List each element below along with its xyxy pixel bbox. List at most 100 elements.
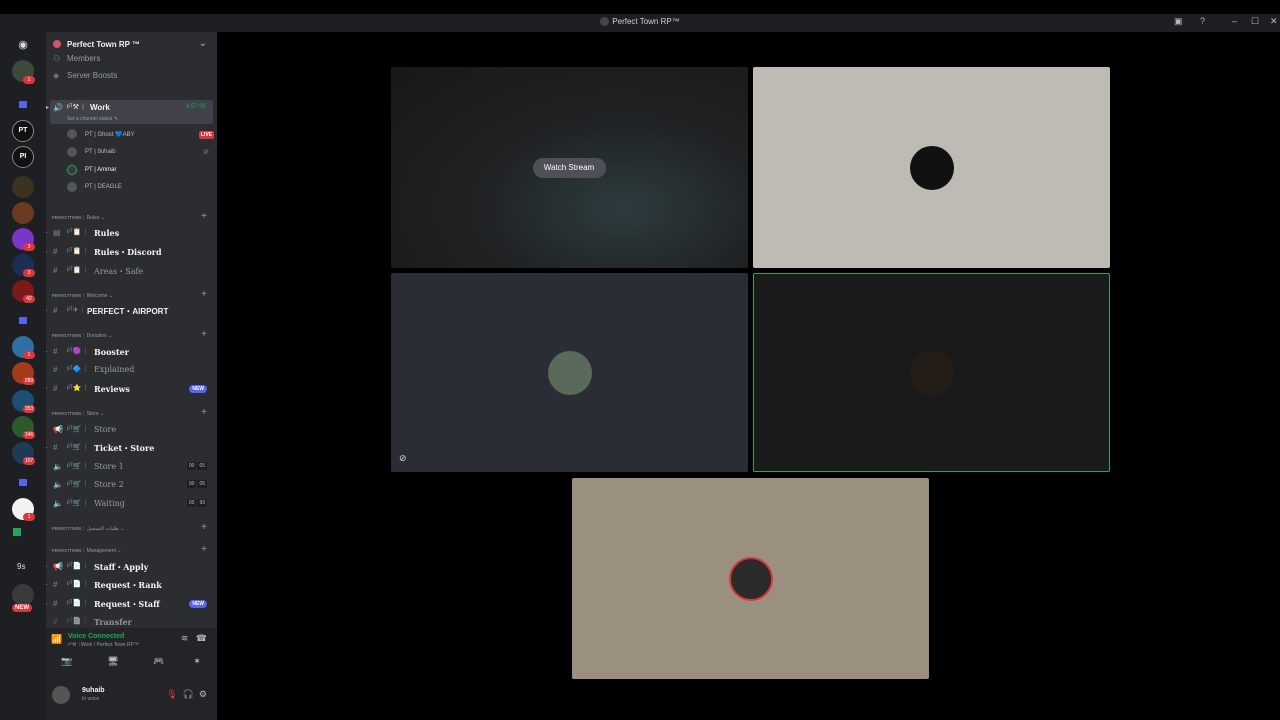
expand-arrow-icon: ▸: [46, 307, 47, 314]
channel-store-2[interactable]: 🔈 ᵖᵀ🛒 ᛁ Store 2 00 05: [46, 477, 217, 493]
user-name[interactable]: 9uhaib: [82, 687, 105, 694]
add-channel-icon[interactable]: +: [201, 407, 207, 418]
category-label: ᴘᴇʀꜰᴇᴄᴛᴛᴏᴡɴ ᛁ طلبات التسجيل ⌄: [52, 526, 125, 532]
minimize-button[interactable]: –: [1232, 16, 1237, 26]
add-channel-icon[interactable]: +: [201, 211, 207, 222]
server-pi[interactable]: PI: [12, 146, 34, 168]
channel-transfer[interactable]: # ᵖᵀ📄 ᛁ Transfer: [46, 614, 217, 627]
folder-icon[interactable]: [19, 101, 27, 108]
channel-emoji: ᵖᵀ⚒ ᛁ: [67, 104, 86, 111]
voice-user[interactable]: PT | Ghost 💙ABY LIVE: [67, 127, 217, 143]
add-channel-icon[interactable]: +: [201, 544, 207, 555]
category-store[interactable]: ᴘᴇʀꜰᴇᴄᴛᴛᴏᴡɴ ᛁ Store ⌄ +: [46, 406, 217, 422]
server-badge: 1: [23, 351, 35, 359]
discord-home-icon[interactable]: ◉: [14, 38, 32, 52]
channel-label: Rules・Discord: [94, 247, 162, 257]
chevron-down-icon[interactable]: ⌄: [199, 38, 207, 49]
channel-label: Transfer: [94, 617, 132, 627]
channel-server-boosts[interactable]: ◈ Server Boosts: [46, 68, 217, 84]
channel-waiting[interactable]: 🔈 ᵖᵀ🛒 ᛁ Waiting 00 99: [46, 496, 217, 512]
user-tile[interactable]: [753, 67, 1110, 268]
speaker-icon: 🔈: [53, 499, 63, 508]
category-welcome[interactable]: ᴘᴇʀꜰᴇᴄᴛᴛᴏᴡɴ ᛁ Welcome ⌄ +: [46, 288, 217, 304]
channel-emoji: ᵖᵀ🔷 ᛁ: [67, 366, 88, 373]
watch-stream-button[interactable]: Watch Stream: [532, 157, 606, 178]
channel-booster[interactable]: ▸ # ᵖᵀ🟣 ᛁ Booster: [46, 344, 217, 360]
channel-label: Request・Staff: [94, 599, 160, 609]
camera-button[interactable]: 📷: [48, 656, 86, 670]
channel-ticket-store[interactable]: ▸ # ᵖᵀ🛒 ᛁ Ticket・Store: [46, 440, 217, 456]
voice-user[interactable]: PT | DEAGLE: [67, 180, 217, 196]
add-channel-icon[interactable]: +: [201, 329, 207, 340]
voice-user[interactable]: PT | Ammar: [67, 163, 217, 179]
channel-emoji: ᵖᵀ🛒 ᛁ: [67, 500, 88, 507]
hash-icon: #: [53, 443, 58, 452]
channel-store-1[interactable]: 🔈 ᵖᵀ🛒 ᛁ Store 1 00 05: [46, 459, 217, 475]
add-channel-icon[interactable]: +: [201, 289, 207, 300]
voice-user[interactable]: PT | 9uhaib ⊘: [67, 145, 217, 161]
channel-request-staff[interactable]: ▸ # ᵖᵀ📄 ᛁ Request・Staff NEW: [46, 596, 217, 612]
soundboard-button[interactable]: ✶: [178, 656, 216, 670]
avatar[interactable]: [52, 686, 70, 704]
channel-work[interactable]: ▸ 🔊 ᵖᵀ⚒ ᛁ Work 4:57:05 Set a channel sta…: [46, 100, 213, 124]
server-icon[interactable]: [12, 176, 34, 198]
channel-emoji: ᵖᵀ📋 ᛁ: [67, 267, 88, 274]
server-9s[interactable]: 9s: [17, 562, 25, 571]
close-button[interactable]: ✕: [1270, 16, 1278, 27]
channel-explained[interactable]: # ᵖᵀ🔷 ᛁ Explained: [46, 362, 217, 378]
user-tile[interactable]: [572, 478, 929, 679]
channel-members[interactable]: ⚇ Members: [46, 54, 217, 64]
server-badge: 289: [23, 377, 35, 385]
voice-user-name: PT | Ammar: [85, 167, 117, 173]
voice-channel-path[interactable]: ᵖᵀ⚒ ᛁWork / Perfect Town RP™: [68, 642, 139, 648]
avatar: [67, 129, 77, 139]
user-tile-speaking[interactable]: [753, 273, 1110, 472]
inbox-icon[interactable]: ▣: [1174, 16, 1183, 27]
expand-arrow-icon: ▸: [46, 444, 47, 451]
activity-button[interactable]: 🎮: [140, 656, 178, 670]
server-icon[interactable]: [12, 584, 34, 606]
server-pt[interactable]: PT: [12, 120, 34, 142]
headphones-icon[interactable]: 🎧: [183, 689, 194, 699]
channel-rules-discord[interactable]: ▸ # ᵖᵀ📋 ᛁ Rules・Discord: [46, 244, 217, 260]
disconnect-icon[interactable]: ☎: [196, 633, 207, 643]
xbox-icon[interactable]: [13, 528, 21, 536]
channel-store[interactable]: 📢 ᵖᵀ🛒 ᛁ Store: [46, 422, 217, 438]
stream-tile[interactable]: Watch Stream: [391, 67, 748, 268]
category-rules[interactable]: ᴘᴇʀꜰᴇᴄᴛᴛᴏᴡɴ ᛁ Rules ⌄ +: [46, 210, 217, 226]
speaker-icon: 🔈: [53, 480, 63, 489]
channel-emoji: ᵖᵀ📄 ᛁ: [67, 600, 88, 607]
gear-icon[interactable]: ⚙: [199, 689, 207, 699]
screen-share-button[interactable]: 🖥: [94, 656, 132, 670]
boost-icon: ◈: [53, 71, 60, 80]
channel-reviews[interactable]: ▸ # ᵖᵀ⭐ ᛁ Reviews NEW: [46, 381, 217, 397]
noise-suppression-icon[interactable]: ≋: [181, 633, 189, 643]
user-status: In voice: [82, 696, 100, 702]
avatar: [67, 147, 77, 157]
user-count: 00 99: [186, 499, 207, 507]
voice-connected-title[interactable]: Voice Connected: [68, 633, 124, 640]
voice-user-name: PT | DEAGLE: [85, 184, 122, 190]
category-donation[interactable]: ᴘᴇʀꜰᴇᴄᴛᴛᴏᴡɴ ᛁ Donation ⌄ +: [46, 328, 217, 344]
channel-request-rank[interactable]: ▸ # ᵖᵀ📄 ᛁ Request・Rank: [46, 577, 217, 593]
folder-icon[interactable]: [19, 479, 27, 486]
user-tile[interactable]: ⊘: [391, 273, 748, 472]
maximize-button[interactable]: ☐: [1251, 16, 1259, 27]
help-icon[interactable]: ?: [1200, 16, 1205, 26]
channel-rules[interactable]: ▸ ▤ ᵖᵀ📋 ᛁ Rules: [46, 225, 217, 241]
expand-arrow-icon: ▸: [46, 600, 47, 607]
channel-areas-safe[interactable]: # ᵖᵀ📋 ᛁ Areas・Safe: [46, 263, 217, 279]
signal-icon[interactable]: 📶: [51, 634, 62, 645]
mic-muted-icon[interactable]: 🎙: [166, 689, 177, 699]
folder-icon[interactable]: [19, 317, 27, 324]
server-icon[interactable]: [12, 202, 34, 224]
category-arabic[interactable]: ᴘᴇʀꜰᴇᴄᴛᴛᴏᴡɴ ᛁ طلبات التسجيل ⌄ +: [46, 521, 217, 537]
add-channel-icon[interactable]: +: [201, 522, 207, 533]
channel-status[interactable]: Set a channel status ✎: [67, 116, 118, 122]
hash-icon: #: [53, 247, 58, 256]
channel-staff-apply[interactable]: ▸ 📢 ᵖᵀ📄 ᛁ Staff・Apply: [46, 559, 217, 575]
channel-perfect-airport[interactable]: ▸ # ᵖᵀ✈ ᛁPERFECT・AIRPORT: [46, 303, 217, 319]
voice-timer: 4:57:05: [185, 104, 206, 110]
announcement-icon: 📢: [53, 425, 63, 434]
category-management[interactable]: ᴘᴇʀꜰᴇᴄᴛᴛᴏᴡɴ ᛁ Management ⌄ +: [46, 543, 217, 559]
